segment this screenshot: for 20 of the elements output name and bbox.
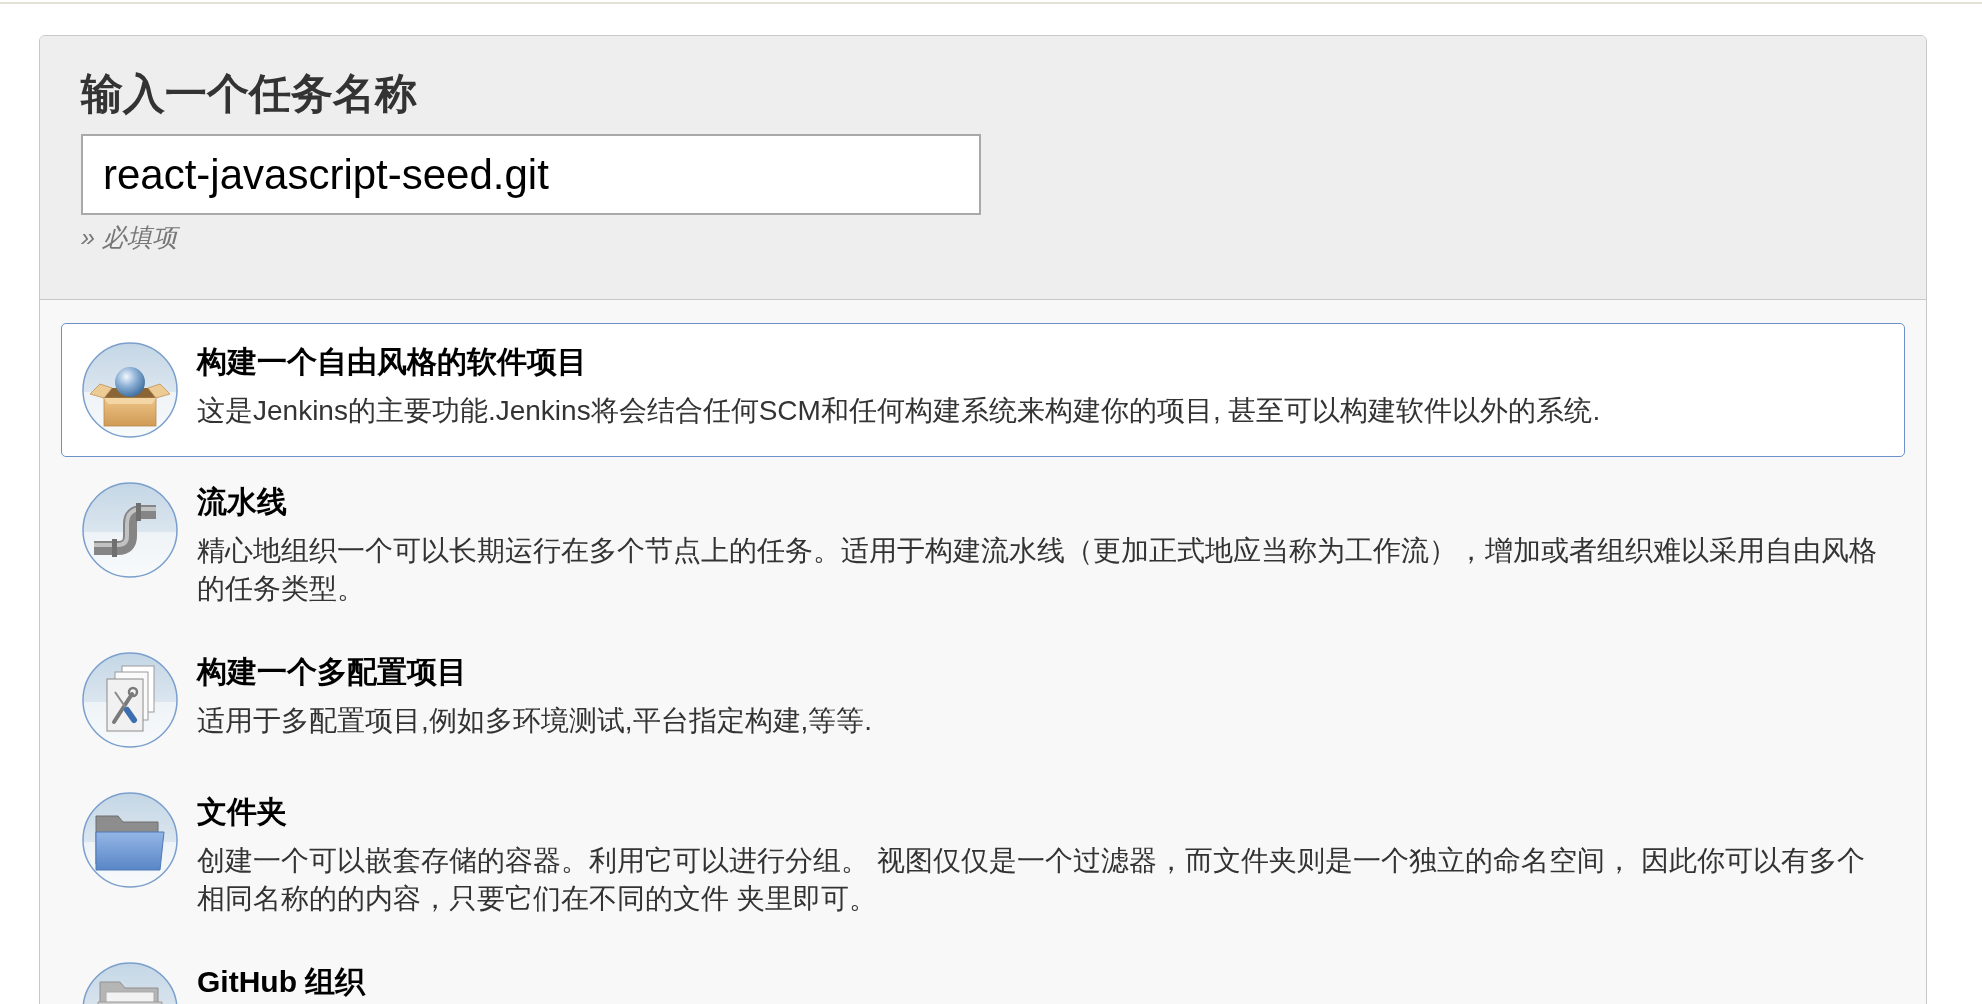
package-icon xyxy=(82,342,178,438)
job-name-field[interactable]: react-javascript-seed.git xyxy=(81,134,981,215)
job-type-title: 流水线 xyxy=(197,484,287,520)
job-type-option[interactable]: 流水线 精心地组织一个可以长期运行在多个节点上的任务。适用于构建流水线（更加正式地应当称为工作流），增加或者组织难以采用自由风格的任务类型。 xyxy=(61,463,1905,627)
job-type-description: 精心地组织一个可以长期运行在多个节点上的任务。适用于构建流水线（更加正式地应当称为工作流），增加或者组织难以采用自由风格的任务类型。 xyxy=(197,534,1878,606)
job-type-option[interactable]: 构建一个多配置项目 适用于多配置项目,例如多环境测试,平台指定构建,等等. xyxy=(61,633,1905,767)
form-heading: 输入一个任务名称 xyxy=(81,69,418,119)
folder-icon xyxy=(82,792,178,888)
job-type-option[interactable]: GitHub 组织 xyxy=(61,943,1905,1004)
job-type-description: 这是Jenkins的主要功能.Jenkins将会结合任何SCM和任何构建系统来构建你的项目, 甚至可以构建软件以外的系统. xyxy=(197,394,1602,428)
pipe-icon xyxy=(82,482,178,578)
job-type-title: 构建一个多配置项目 xyxy=(197,654,467,690)
job-type-description: 创建一个可以嵌套存储的容器。利用它可以进行分组。 视图仅仅是一个过滤器，而文件夹则是一个独立的命名空间， 因此你可以有多个相同名称的的内容，只要它们在不同的文件 夹里即可。 xyxy=(197,844,1866,916)
job-type-title: 文件夹 xyxy=(197,794,287,830)
job-type-title: GitHub 组织 xyxy=(197,964,366,1000)
job-type-option[interactable]: 文件夹 创建一个可以嵌套存储的容器。利用它可以进行分组。 视图仅仅是一个过滤器，而文件夹则是一个独立的命名空间， 因此你可以有多个相同名称的的内容，只要它们在不同的文件 夹里即可。 xyxy=(61,773,1905,937)
tools-document-icon xyxy=(82,652,178,748)
job-type-title: 构建一个自由风格的软件项目 xyxy=(197,344,587,380)
job-type-description: 适用于多配置项目,例如多环境测试,平台指定构建,等等. xyxy=(197,704,874,738)
job-type-option[interactable]: 构建一个自由风格的软件项目 这是Jenkins的主要功能.Jenkins将会结合任何SCM和任何构建系统来构建你的项目, 甚至可以构建软件以外的系统. xyxy=(61,323,1905,457)
